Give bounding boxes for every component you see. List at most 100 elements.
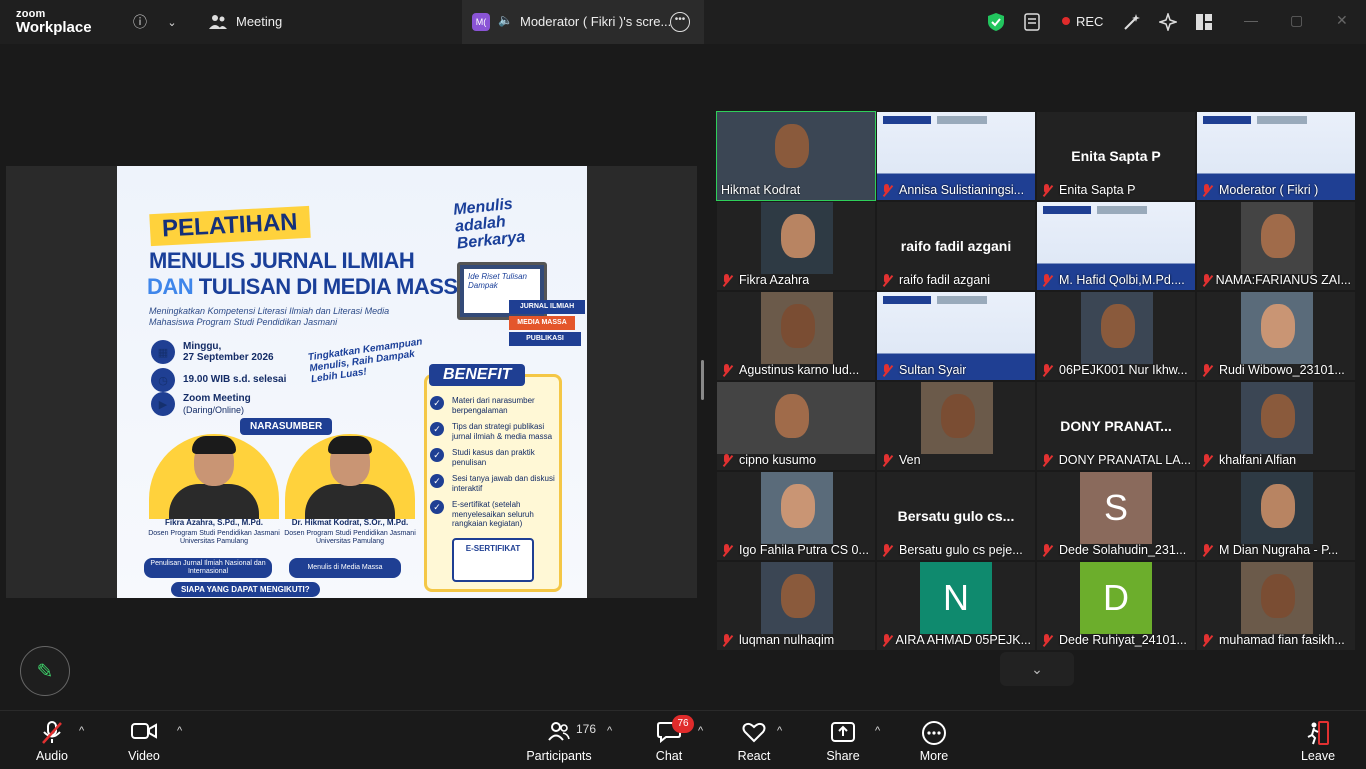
notes-icon[interactable] bbox=[1022, 12, 1042, 32]
mic-muted-icon bbox=[1201, 543, 1213, 557]
participant-tile[interactable]: raifo fadil azgani raifo fadil azgani bbox=[877, 202, 1035, 290]
participant-face bbox=[775, 124, 809, 168]
participant-name: M. Hafid Qolbi,M.Pd.... bbox=[1059, 273, 1185, 287]
participant-name-label: raifo fadil azgani bbox=[881, 273, 990, 287]
mic-muted-icon bbox=[1201, 633, 1213, 647]
video-options-caret[interactable]: ^ bbox=[177, 725, 182, 737]
participants-button[interactable]: Participants bbox=[526, 711, 592, 769]
participant-tile[interactable]: cipno kusumo bbox=[717, 382, 875, 470]
participant-tile[interactable]: N AIRA AHMAD 05PEJK... bbox=[877, 562, 1035, 650]
rec-dot-icon bbox=[1062, 17, 1070, 25]
participant-tile[interactable]: Fikra Azahra bbox=[717, 202, 875, 290]
minimize-icon[interactable]: — bbox=[1244, 12, 1258, 28]
participant-tile[interactable]: Annisa Sulistianingsi... bbox=[877, 112, 1035, 200]
participant-name: Dede Solahudin_231... bbox=[1059, 543, 1187, 557]
participants-options-caret[interactable]: ^ bbox=[607, 725, 612, 737]
participant-name-label: khalfani Alfian bbox=[1201, 453, 1296, 467]
participant-name-label: NAMA:FARIANUS ZAI... bbox=[1201, 273, 1351, 287]
participant-tile[interactable]: NAMA:FARIANUS ZAI... bbox=[1197, 202, 1355, 290]
participant-name: Rudi Wibowo_23101... bbox=[1219, 363, 1345, 377]
participant-name: Moderator ( Fikri ) bbox=[1219, 183, 1319, 197]
participant-name: cipno kusumo bbox=[739, 453, 817, 467]
participant-tile[interactable]: M Dian Nugraha - P... bbox=[1197, 472, 1355, 560]
benefit-item: ✓ E-sertifikat (setelah menyelesaikan sel… bbox=[430, 500, 558, 529]
participant-name-label: Igo Fahila Putra CS 0... bbox=[721, 543, 869, 557]
more-options-icon[interactable]: ••• bbox=[670, 12, 690, 32]
mic-muted-icon bbox=[1041, 543, 1053, 557]
share-button[interactable]: Share bbox=[826, 711, 860, 769]
participant-tile[interactable]: Rudi Wibowo_23101... bbox=[1197, 292, 1355, 380]
book-jurnal: JURNAL ILMIAH bbox=[509, 300, 585, 314]
book-publikasi: PUBLIKASI bbox=[509, 332, 581, 346]
share-options-caret[interactable]: ^ bbox=[875, 725, 880, 737]
participant-name: raifo fadil azgani bbox=[899, 273, 991, 287]
gallery-next-page-button[interactable]: ⌄ bbox=[1000, 652, 1074, 686]
rec-label: REC bbox=[1076, 14, 1104, 29]
participant-tile[interactable]: DONY PRANAT... DONY PRANATAL LA... bbox=[1037, 382, 1195, 470]
shield-icon[interactable] bbox=[986, 12, 1006, 32]
benefit-text: Sesi tanya jawab dan diskusi interaktif bbox=[452, 474, 555, 493]
recording-indicator[interactable]: REC bbox=[1062, 14, 1103, 29]
view-layout-icon[interactable] bbox=[1194, 12, 1214, 32]
participant-tile[interactable]: S Dede Solahudin_231... bbox=[1037, 472, 1195, 560]
participant-tile[interactable]: khalfani Alfian bbox=[1197, 382, 1355, 470]
chat-options-caret[interactable]: ^ bbox=[698, 725, 703, 737]
mic-muted-icon bbox=[1041, 633, 1053, 647]
benefit-text: Studi kasus dan praktik penulisan bbox=[452, 448, 535, 467]
participant-tile[interactable]: Enita Sapta P Enita Sapta P bbox=[1037, 112, 1195, 200]
participant-name: NAMA:FARIANUS ZAI... bbox=[1215, 273, 1351, 287]
chat-unread-badge: 76 bbox=[672, 715, 694, 733]
participant-tile[interactable]: Bersatu gulo cs... Bersatu gulo cs peje..… bbox=[877, 472, 1035, 560]
close-icon[interactable]: ✕ bbox=[1336, 12, 1348, 29]
slide-header-bar bbox=[1043, 206, 1091, 214]
info-platform: ▶ Zoom Meeting (Daring/Online) bbox=[151, 392, 251, 416]
mic-muted-icon bbox=[721, 273, 733, 287]
info-icon[interactable]: ⓘ bbox=[130, 12, 150, 32]
participant-name-label: Annisa Sulistianingsi... bbox=[881, 183, 1024, 197]
participant-tile[interactable]: muhamad fian fasikh... bbox=[1197, 562, 1355, 650]
participant-name-label: Dede Solahudin_231... bbox=[1041, 543, 1186, 557]
participant-tile[interactable]: Sultan Syair bbox=[877, 292, 1035, 380]
participant-name-label: M. Hafid Qolbi,M.Pd.... bbox=[1041, 273, 1185, 287]
ai-sparkle-icon[interactable] bbox=[1158, 12, 1178, 32]
participant-face bbox=[775, 394, 809, 438]
check-icon: ✓ bbox=[430, 474, 444, 488]
participant-tile[interactable]: Igo Fahila Putra CS 0... bbox=[717, 472, 875, 560]
mic-muted-icon bbox=[1041, 453, 1053, 467]
participant-name-label: Agustinus karno lud... bbox=[721, 363, 859, 377]
audio-options-caret[interactable]: ^ bbox=[79, 725, 84, 737]
video-button[interactable]: Video bbox=[124, 711, 164, 769]
screen-share-tab[interactable]: M( 🔈 Moderator ( Fikri )'s scre... ••• bbox=[462, 0, 704, 44]
participant-name: 06PEJK001 Nur Ikhw... bbox=[1059, 363, 1188, 377]
participant-tile[interactable]: Agustinus karno lud... bbox=[717, 292, 875, 380]
audio-button[interactable]: Audio bbox=[30, 711, 74, 769]
participant-tile[interactable]: Ven bbox=[877, 382, 1035, 470]
maximize-icon[interactable]: ▢ bbox=[1290, 12, 1303, 29]
magic-wand-icon[interactable] bbox=[1122, 12, 1142, 32]
participant-display-name: Bersatu gulo cs... bbox=[897, 508, 1015, 524]
participant-tile[interactable]: luqman nulhaqim bbox=[717, 562, 875, 650]
mic-muted-icon bbox=[1201, 183, 1213, 197]
mic-muted-icon bbox=[1041, 183, 1053, 197]
slide-title-bar bbox=[937, 296, 987, 304]
participant-tile[interactable]: M. Hafid Qolbi,M.Pd.... bbox=[1037, 202, 1195, 290]
chevron-down-icon[interactable]: ⌄ bbox=[162, 12, 182, 32]
mic-muted-icon bbox=[721, 363, 733, 377]
participant-tile[interactable]: Hikmat Kodrat bbox=[716, 111, 876, 201]
participant-tile[interactable]: D Dede Ruhiyat_24101... bbox=[1037, 562, 1195, 650]
annotate-pencil-button[interactable]: ✎ bbox=[20, 646, 70, 696]
participant-tile[interactable]: Moderator ( Fikri ) bbox=[1197, 112, 1355, 200]
mic-muted-icon bbox=[721, 453, 733, 467]
meeting-label[interactable]: Meeting bbox=[236, 14, 282, 29]
react-button[interactable]: React bbox=[736, 711, 772, 769]
participant-face bbox=[781, 304, 815, 348]
slide-header-bar bbox=[1203, 116, 1251, 124]
split-resize-handle[interactable] bbox=[701, 360, 704, 400]
participant-video bbox=[1241, 472, 1313, 544]
speaker-name-2: Dr. Hikmat Kodrat, S.Or., M.Pd. bbox=[291, 518, 409, 527]
participant-video bbox=[1241, 292, 1313, 364]
more-button[interactable]: More bbox=[918, 711, 950, 769]
leave-button[interactable]: Leave bbox=[1300, 711, 1336, 769]
react-options-caret[interactable]: ^ bbox=[777, 725, 782, 737]
participant-tile[interactable]: 06PEJK001 Nur Ikhw... bbox=[1037, 292, 1195, 380]
